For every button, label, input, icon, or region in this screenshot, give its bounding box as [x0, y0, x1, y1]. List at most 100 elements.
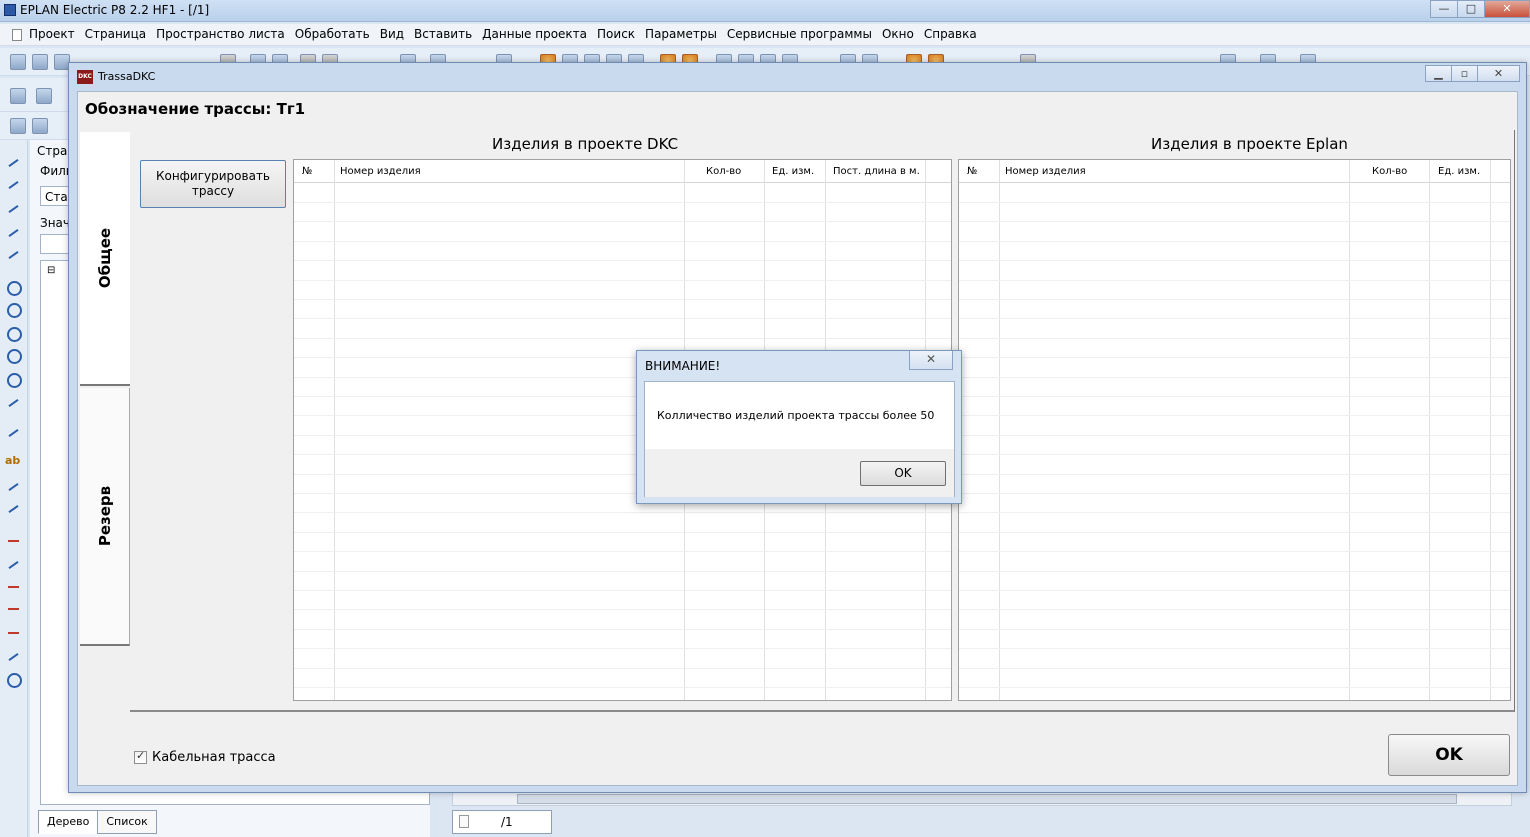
dialog-window-controls: ▁ ▫ ✕	[1425, 65, 1520, 82]
scrollbar-thumb[interactable]	[517, 794, 1457, 804]
cable-route-label: Кабельная трасса	[152, 750, 276, 765]
maximize-button[interactable]: □	[1457, 0, 1485, 18]
grid-row-line	[294, 667, 951, 669]
ellipse-icon[interactable]	[6, 248, 21, 263]
menu-project-data[interactable]: Данные проекта	[482, 27, 587, 41]
menu-insert[interactable]: Вставить	[414, 27, 472, 41]
dimension-icon[interactable]	[6, 534, 21, 549]
tab-list[interactable]: Список	[97, 810, 157, 834]
dimension-chain-icon[interactable]	[6, 580, 21, 595]
grid-row-line	[959, 202, 1510, 203]
eplan-products-grid[interactable]: № Номер изделия Кол-во Ед. изм.	[958, 159, 1511, 701]
cable-route-checkbox[interactable]: Кабельная трасса	[134, 749, 276, 765]
eplan-grid-caption: Изделия в проекте Eplan	[1151, 135, 1348, 153]
menu-project[interactable]: Проект	[29, 27, 75, 41]
radius-icon[interactable]	[6, 672, 22, 688]
arc2-icon[interactable]	[6, 348, 22, 364]
menu-utilities[interactable]: Сервисные программы	[727, 27, 872, 41]
circle2-icon[interactable]	[6, 302, 22, 318]
eplan-col-part-number[interactable]: Номер изделия	[1005, 166, 1086, 177]
grid-row-line	[294, 609, 951, 611]
dialog-close-button[interactable]: ✕	[1477, 65, 1520, 82]
device-icon[interactable]	[10, 88, 26, 104]
polyline-icon[interactable]	[6, 178, 21, 193]
warning-message-box: ВНИМАНИЕ! ✕ Колличество изделий проекта …	[636, 350, 962, 504]
arc-icon[interactable]	[6, 326, 22, 342]
menu-view[interactable]: Вид	[380, 27, 404, 41]
configure-route-button[interactable]: Конфигурировать трассу	[140, 160, 286, 208]
grid-row-line	[959, 628, 1510, 630]
dialog-minimize-button[interactable]: ▁	[1425, 65, 1452, 82]
eplan-col-unit[interactable]: Ед. изм.	[1438, 166, 1480, 177]
line-icon[interactable]	[6, 156, 21, 171]
dialog-title: TrassaDKC	[98, 70, 156, 83]
new-icon[interactable]	[10, 54, 26, 70]
link-icon[interactable]	[6, 502, 21, 517]
dialog-ok-button[interactable]: OK	[1388, 734, 1510, 776]
dkc-grid-header: № Номер изделия Кол-во Ед. изм. Пост. дл…	[294, 160, 951, 183]
menu-options[interactable]: Параметры	[645, 27, 717, 41]
dialog-titlebar: DKC TrassaDKC ▁ ▫ ✕	[69, 63, 1526, 87]
grid-row-line	[959, 687, 1510, 688]
navigator-tabs: Дерево Список	[38, 810, 157, 834]
dimension-aligned-icon[interactable]	[6, 558, 21, 573]
grid-row-line	[294, 299, 951, 300]
dkc-col-fixed-length[interactable]: Пост. длина в м.	[833, 166, 920, 177]
app-titlebar: EPLAN Electric P8 2.2 HF1 - [/1] — □ ✕	[0, 0, 1530, 22]
rectangle-icon[interactable]	[6, 226, 21, 241]
bezier-icon[interactable]	[6, 426, 21, 441]
dimension-baseline-icon[interactable]	[6, 626, 21, 641]
page2-icon[interactable]	[32, 118, 48, 134]
page-icon[interactable]	[10, 118, 26, 134]
grid-row-line	[294, 318, 951, 320]
eplan-col-number[interactable]: №	[967, 166, 977, 177]
message-close-button[interactable]: ✕	[909, 351, 953, 370]
tab-general[interactable]: Общее	[80, 132, 130, 386]
checkbox-checked-icon[interactable]	[134, 749, 147, 764]
menu-page[interactable]: Страница	[85, 27, 147, 41]
grid-row-line	[294, 337, 951, 339]
horizontal-scrollbar[interactable]	[452, 792, 1512, 806]
dialog-maximize-button[interactable]: ▫	[1451, 65, 1478, 82]
grid-row-line	[959, 299, 1510, 300]
message-ok-button[interactable]: OK	[860, 461, 946, 486]
device2-icon[interactable]	[36, 88, 52, 104]
tree-expand-icon[interactable]: ⊟	[47, 265, 55, 276]
page-tab-label: /1	[501, 815, 513, 829]
sector-icon[interactable]	[6, 372, 22, 388]
menu-help[interactable]: Справка	[924, 27, 977, 41]
grid-row-line	[294, 512, 951, 514]
open-icon[interactable]	[32, 54, 48, 70]
grid-row-line	[959, 337, 1510, 339]
grid-row-line	[959, 260, 1510, 262]
dkc-col-unit[interactable]: Ед. изм.	[772, 166, 814, 177]
document-icon	[12, 29, 22, 41]
dkc-col-quantity[interactable]: Кол-во	[706, 166, 741, 177]
menu-layout-space[interactable]: Пространство листа	[156, 27, 285, 41]
grid-row-line	[959, 434, 1510, 436]
minimize-button[interactable]: —	[1430, 0, 1458, 18]
dimension-increment-icon[interactable]	[6, 602, 21, 617]
message-body: Колличество изделий проекта трассы более…	[644, 381, 955, 497]
polygon-icon[interactable]	[6, 202, 21, 217]
window-controls: — □ ✕	[1430, 0, 1530, 20]
angle-icon[interactable]	[6, 650, 21, 665]
eplan-col-quantity[interactable]: Кол-во	[1372, 166, 1407, 177]
spline-icon[interactable]	[6, 396, 21, 411]
page-tab[interactable]: /1	[452, 810, 552, 834]
menu-search[interactable]: Поиск	[597, 27, 635, 41]
menu-window[interactable]: Окно	[882, 27, 914, 41]
dkc-col-part-number[interactable]: Номер изделия	[340, 166, 421, 177]
text-icon[interactable]: ab	[5, 454, 20, 467]
tab-reserve[interactable]: Резерв	[80, 388, 130, 646]
menu-edit[interactable]: Обработать	[295, 27, 370, 41]
grid-row-line	[959, 648, 1510, 650]
tab-tree[interactable]: Дерево	[38, 810, 99, 834]
circle-icon[interactable]	[6, 280, 22, 296]
close-button[interactable]: ✕	[1484, 0, 1530, 18]
image-icon[interactable]	[6, 480, 21, 495]
grid-row-line	[294, 202, 951, 203]
dkc-grid-caption: Изделия в проекте DKC	[492, 135, 679, 153]
dkc-col-number[interactable]: №	[302, 166, 312, 177]
dkc-logo-icon: DKC	[77, 70, 93, 84]
